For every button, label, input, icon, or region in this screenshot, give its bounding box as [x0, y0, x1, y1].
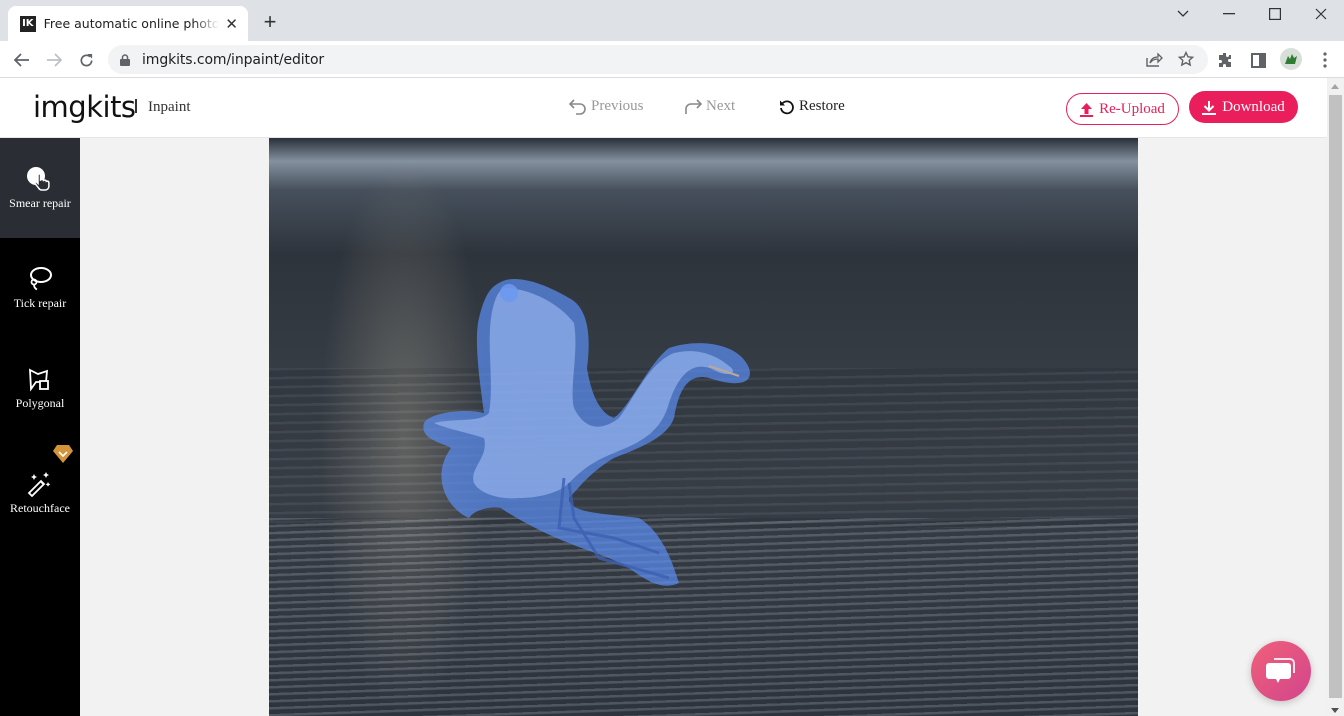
tool-label: Tick repair: [13, 296, 67, 310]
bookmark-star-icon[interactable]: [1176, 49, 1196, 69]
tool-tick-repair[interactable]: Tick repair: [0, 238, 80, 338]
chat-support-button[interactable]: [1251, 641, 1311, 701]
editor-workspace: [80, 138, 1327, 716]
scrollbar-thumb[interactable]: [1329, 95, 1342, 698]
smear-icon: [26, 166, 54, 192]
tab-search-icon[interactable]: [1173, 4, 1193, 24]
download-icon: [1202, 100, 1217, 115]
tab-title: Free automatic online photo retouch: [43, 16, 220, 31]
page-scrollbar[interactable]: [1327, 78, 1344, 716]
premium-diamond-icon: [52, 444, 74, 464]
minimize-button[interactable]: [1219, 4, 1239, 24]
scroll-up-arrow-icon[interactable]: [1331, 84, 1339, 89]
more-menu-icon[interactable]: [1314, 49, 1336, 71]
download-button[interactable]: Download: [1189, 91, 1298, 123]
restore-label: Restore: [799, 98, 845, 114]
polygon-icon: [28, 366, 52, 392]
lasso-icon: [27, 266, 53, 292]
previous-button[interactable]: Previous: [569, 98, 644, 115]
restore-icon: [779, 99, 795, 115]
logo-divider: [135, 99, 137, 113]
upload-icon: [1080, 102, 1094, 117]
url-text: imgkits.com/inpaint/editor: [142, 51, 325, 68]
tool-polygonal[interactable]: Polygonal: [0, 338, 80, 438]
magic-wand-icon: [26, 471, 54, 497]
scroll-down-arrow-icon[interactable]: [1331, 708, 1339, 713]
maximize-button[interactable]: [1265, 4, 1285, 24]
address-bar[interactable]: imgkits.com/inpaint/editor: [108, 45, 1208, 74]
browser-toolbar: imgkits.com/inpaint/editor: [0, 41, 1344, 78]
tool-label: Retouchface: [10, 501, 70, 515]
browser-tab[interactable]: IK Free automatic online photo retouch ✕: [8, 6, 248, 41]
browser-titlebar: IK Free automatic online photo retouch ✕…: [0, 0, 1344, 41]
tool-label: Smear repair: [9, 196, 71, 210]
back-button[interactable]: [10, 48, 34, 72]
profile-avatar[interactable]: [1280, 48, 1302, 70]
side-panel-icon[interactable]: [1247, 49, 1269, 71]
restore-button[interactable]: Restore: [779, 98, 845, 115]
photo-canvas[interactable]: [269, 138, 1138, 716]
reupload-button[interactable]: Re-Upload: [1066, 93, 1179, 125]
forward-button[interactable]: [42, 48, 66, 72]
close-tab-icon[interactable]: ✕: [225, 15, 238, 33]
download-label: Download: [1222, 98, 1285, 115]
next-label: Next: [706, 98, 736, 114]
share-icon[interactable]: [1144, 49, 1164, 69]
inpaint-mask-overlay: [423, 278, 750, 586]
next-button[interactable]: Next: [684, 98, 735, 115]
close-window-button[interactable]: [1311, 4, 1331, 24]
new-tab-button[interactable]: +: [258, 9, 282, 34]
section-title: Inpaint: [148, 99, 191, 115]
reupload-label: Re-Upload: [1099, 100, 1165, 117]
favicon-icon: IK: [20, 15, 36, 32]
lock-icon: [120, 53, 130, 66]
redo-icon: [684, 98, 702, 115]
tool-smear-repair[interactable]: Smear repair: [0, 138, 80, 238]
brush-cursor: [500, 284, 518, 302]
app-header: imgkits Inpaint Previous Next Restore Re…: [0, 78, 1327, 138]
tool-sidebar: Smear repair Tick repair Polygonal Retou…: [0, 138, 80, 716]
tool-label: Polygonal: [15, 396, 65, 410]
reload-button[interactable]: [74, 48, 98, 72]
previous-label: Previous: [591, 98, 644, 114]
extensions-puzzle-icon[interactable]: [1214, 49, 1236, 71]
chat-bubble-icon: [1266, 658, 1295, 683]
undo-icon: [569, 98, 587, 115]
imgkits-logo[interactable]: imgkits: [33, 90, 136, 124]
